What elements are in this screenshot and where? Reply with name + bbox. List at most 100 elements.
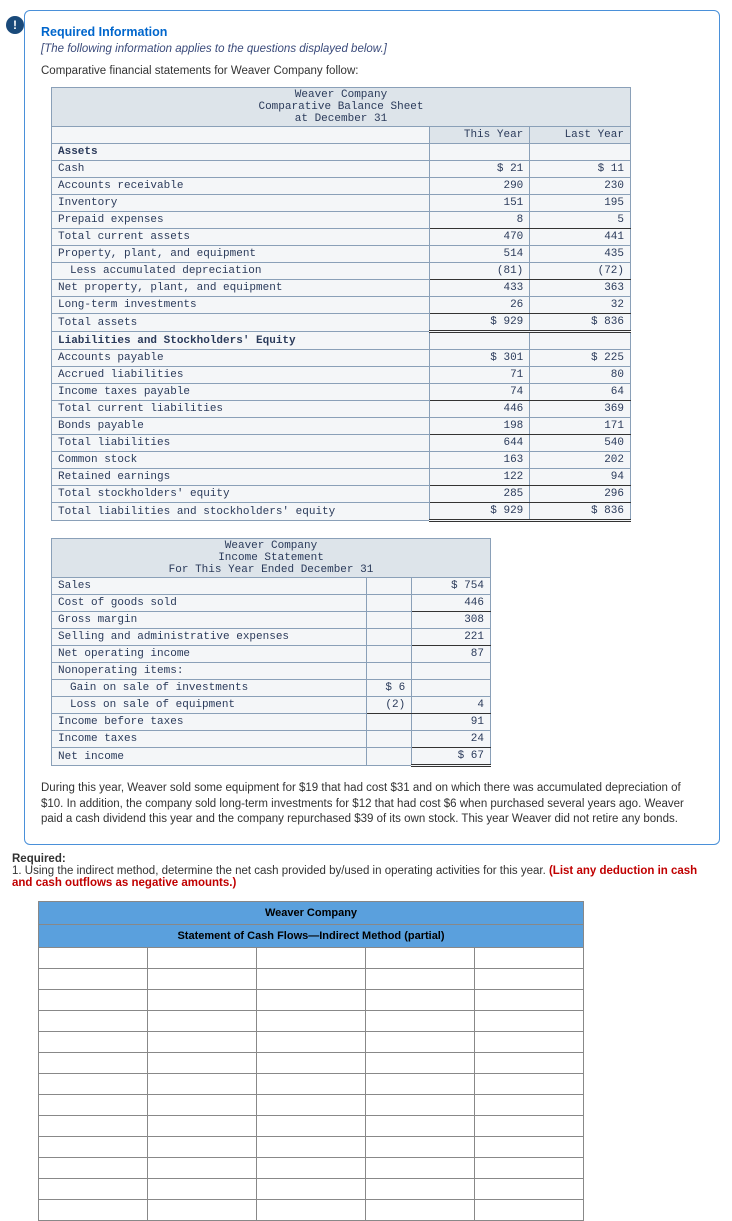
answer-row[interactable] bbox=[39, 1031, 584, 1052]
answer-cell[interactable] bbox=[257, 1073, 366, 1094]
answer-cell[interactable] bbox=[148, 1073, 257, 1094]
answer-cell[interactable] bbox=[366, 1178, 475, 1199]
answer-cell[interactable] bbox=[366, 1199, 475, 1220]
row-handle[interactable] bbox=[39, 1115, 148, 1136]
intro-text: Comparative financial statements for Wea… bbox=[41, 65, 703, 77]
answer-cell[interactable] bbox=[366, 989, 475, 1010]
row-handle[interactable] bbox=[39, 989, 148, 1010]
answer-cell[interactable] bbox=[148, 968, 257, 989]
row-label: Income taxes bbox=[52, 731, 367, 748]
answer-cell[interactable] bbox=[366, 1073, 475, 1094]
answer-row[interactable] bbox=[39, 1199, 584, 1220]
answer-cell[interactable] bbox=[475, 968, 584, 989]
row-handle[interactable] bbox=[39, 1136, 148, 1157]
row-handle[interactable] bbox=[39, 1010, 148, 1031]
answer-cell[interactable] bbox=[475, 989, 584, 1010]
row-label: Bonds payable bbox=[52, 418, 430, 435]
answer-cell[interactable] bbox=[366, 1052, 475, 1073]
row-label: Net operating income bbox=[52, 646, 367, 663]
answer-cell[interactable] bbox=[257, 968, 366, 989]
answer-cell[interactable] bbox=[257, 1157, 366, 1178]
row-label: Liabilities and Stockholders' Equity bbox=[52, 332, 430, 350]
answer-cell[interactable] bbox=[366, 1010, 475, 1031]
answer-cell[interactable] bbox=[257, 947, 366, 968]
last-year-value: 195 bbox=[530, 195, 631, 212]
pre-value: (2) bbox=[367, 697, 412, 714]
answer-cell[interactable] bbox=[148, 989, 257, 1010]
row-handle[interactable] bbox=[39, 1199, 148, 1220]
row-handle[interactable] bbox=[39, 1157, 148, 1178]
answer-cell[interactable] bbox=[148, 947, 257, 968]
answer-cell[interactable] bbox=[366, 1115, 475, 1136]
row-handle[interactable] bbox=[39, 968, 148, 989]
answer-row[interactable] bbox=[39, 1115, 584, 1136]
answer-row[interactable] bbox=[39, 989, 584, 1010]
answer-row[interactable] bbox=[39, 947, 584, 968]
answer-cell[interactable] bbox=[475, 1073, 584, 1094]
answer-cell[interactable] bbox=[475, 1010, 584, 1031]
row-handle[interactable] bbox=[39, 1178, 148, 1199]
answer-cell[interactable] bbox=[257, 1031, 366, 1052]
answer-cell[interactable] bbox=[475, 1157, 584, 1178]
answer-cell[interactable] bbox=[366, 968, 475, 989]
last-year-value: 230 bbox=[530, 178, 631, 195]
last-year-value: 202 bbox=[530, 452, 631, 469]
row-handle[interactable] bbox=[39, 1052, 148, 1073]
last-year-value: 64 bbox=[530, 384, 631, 401]
answer-cell[interactable] bbox=[475, 1094, 584, 1115]
answer-cell[interactable] bbox=[366, 1031, 475, 1052]
table-row: Accounts payable$ 301$ 225 bbox=[52, 350, 631, 367]
answer-cell[interactable] bbox=[475, 1136, 584, 1157]
answer-row[interactable] bbox=[39, 1136, 584, 1157]
this-year-value: 285 bbox=[429, 486, 530, 503]
answer-cell[interactable] bbox=[366, 1157, 475, 1178]
answer-row[interactable] bbox=[39, 1073, 584, 1094]
answer-row[interactable] bbox=[39, 1178, 584, 1199]
answer-cell[interactable] bbox=[148, 1199, 257, 1220]
answer-cell[interactable] bbox=[148, 1178, 257, 1199]
row-handle[interactable] bbox=[39, 1031, 148, 1052]
col-last-year: Last Year bbox=[530, 127, 631, 144]
answer-row[interactable] bbox=[39, 1094, 584, 1115]
answer-cell[interactable] bbox=[257, 1136, 366, 1157]
answer-cell[interactable] bbox=[148, 1136, 257, 1157]
answer-cell[interactable] bbox=[148, 1031, 257, 1052]
table-row: Total liabilities and stockholders' equi… bbox=[52, 503, 631, 521]
table-row: Nonoperating items: bbox=[52, 663, 491, 680]
answer-cell[interactable] bbox=[257, 1010, 366, 1031]
answer-cell[interactable] bbox=[257, 989, 366, 1010]
row-handle[interactable] bbox=[39, 1094, 148, 1115]
row-label: Total stockholders' equity bbox=[52, 486, 430, 503]
pre-value bbox=[367, 663, 412, 680]
answer-cell[interactable] bbox=[475, 1115, 584, 1136]
row-label: Net income bbox=[52, 748, 367, 766]
answer-row[interactable] bbox=[39, 968, 584, 989]
this-year-value: (81) bbox=[429, 263, 530, 280]
answer-row[interactable] bbox=[39, 1010, 584, 1031]
answer-cell[interactable] bbox=[257, 1115, 366, 1136]
answer-row[interactable] bbox=[39, 1052, 584, 1073]
balance-sheet-table: Weaver Company Comparative Balance Sheet… bbox=[51, 87, 631, 522]
answer-cell[interactable] bbox=[148, 1052, 257, 1073]
answer-cell[interactable] bbox=[475, 1178, 584, 1199]
answer-cell[interactable] bbox=[148, 1157, 257, 1178]
answer-cell[interactable] bbox=[148, 1010, 257, 1031]
answer-cell[interactable] bbox=[475, 1052, 584, 1073]
answer-cell[interactable] bbox=[366, 1094, 475, 1115]
answer-cell[interactable] bbox=[475, 1031, 584, 1052]
answer-cell[interactable] bbox=[366, 1136, 475, 1157]
answer-cell[interactable] bbox=[148, 1115, 257, 1136]
answer-cell[interactable] bbox=[257, 1094, 366, 1115]
answer-row[interactable] bbox=[39, 1157, 584, 1178]
answer-cell[interactable] bbox=[257, 1178, 366, 1199]
answer-cell[interactable] bbox=[148, 1094, 257, 1115]
answer-cell[interactable] bbox=[475, 947, 584, 968]
row-handle[interactable] bbox=[39, 1073, 148, 1094]
row-handle[interactable] bbox=[39, 947, 148, 968]
answer-cell[interactable] bbox=[257, 1052, 366, 1073]
answer-cell[interactable] bbox=[475, 1199, 584, 1220]
last-year-value: $ 11 bbox=[530, 161, 631, 178]
answer-cell[interactable] bbox=[257, 1199, 366, 1220]
last-year-value: 5 bbox=[530, 212, 631, 229]
answer-cell[interactable] bbox=[366, 947, 475, 968]
